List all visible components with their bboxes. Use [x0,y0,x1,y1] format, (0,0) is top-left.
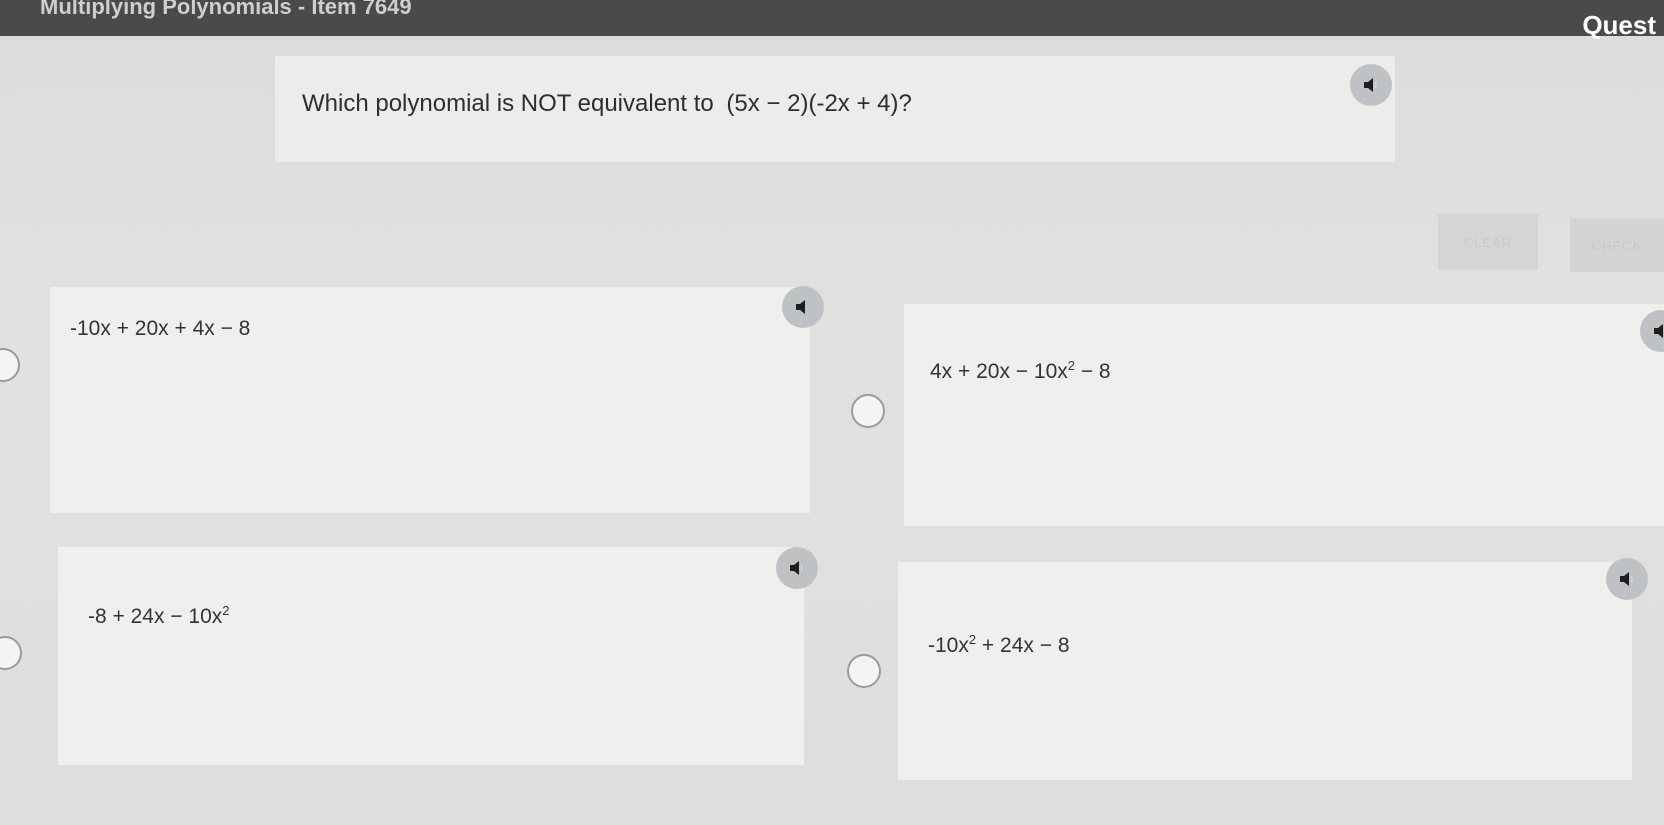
question-audio-button[interactable] [1350,64,1392,106]
option-d-exponent: 2 [968,632,977,647]
speaker-icon [790,561,803,575]
option-d-radio[interactable] [847,654,881,688]
option-d-audio-button[interactable] [1606,558,1648,600]
speaker-icon [796,300,805,314]
option-c-exponent: 2 [222,603,230,618]
option-c-radio[interactable] [0,636,22,670]
option-card-a[interactable]: -10x + 20x + 4x − 8 [50,287,810,513]
clear-button[interactable]: CLEAR [1438,214,1538,270]
option-b-radio[interactable] [851,394,885,428]
option-a-radio[interactable] [0,348,20,382]
question-prompt: Which polynomial is NOT equivalent to (5… [302,90,912,118]
question-expression: (5x − 2)(-2x + 4)? [726,90,912,117]
option-b-text-main: 4x + 20x − 10x [930,360,1068,383]
speaker-icon [1620,572,1633,586]
option-c-text-main: -8 + 24x − 10x [88,605,223,628]
option-d-text-tail: + 24x − 8 [976,634,1070,657]
option-card-b[interactable]: 4x + 20x − 10x2 − 8 [904,304,1664,526]
option-card-c[interactable]: -8 + 24x − 10x2 [58,547,804,765]
option-b-text: 4x + 20x − 10x2 − 8 [930,358,1111,384]
speaker-icon [1364,78,1377,92]
option-c-audio-button[interactable] [776,547,818,589]
question-label: Quest [1582,10,1656,40]
option-d-text-main: -10x [928,634,969,657]
option-card-d[interactable]: -10x2 + 24x − 8 [898,562,1632,780]
top-bar: Multiplying Polynomials - Item 7649 Ques… [0,0,1664,40]
question-card: Which polynomial is NOT equivalent to (5… [275,56,1395,162]
option-c-text: -8 + 24x − 10x2 [88,603,230,629]
option-d-text: -10x2 + 24x − 8 [928,632,1070,658]
lesson-title: Multiplying Polynomials - Item 7649 [40,0,412,19]
option-a-text: -10x + 20x + 4x − 8 [70,317,251,340]
check-button[interactable]: CHECK [1570,218,1664,272]
option-a-audio-button[interactable] [782,286,824,328]
option-b-text-tail: − 8 [1075,360,1111,383]
option-b-exponent: 2 [1067,358,1075,373]
speaker-icon [1654,324,1663,338]
question-prompt-text: Which polynomial is NOT equivalent to [302,90,714,117]
